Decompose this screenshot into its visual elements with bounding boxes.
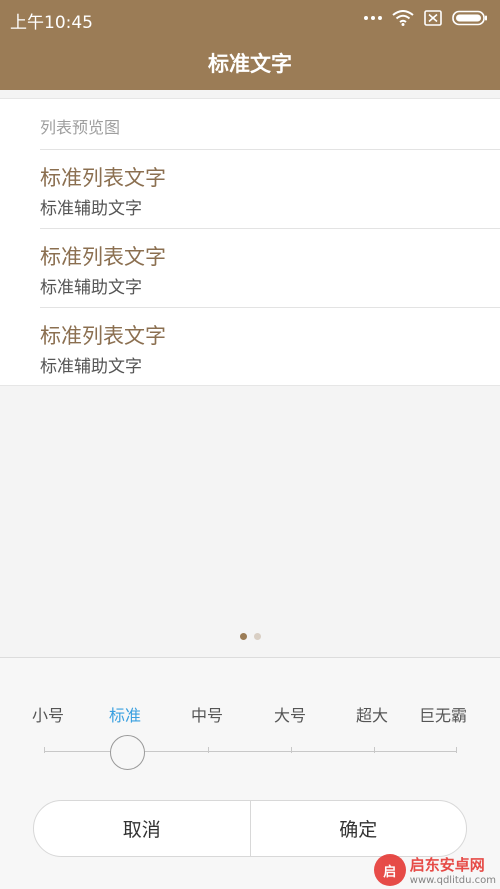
font-size-slider-track[interactable] xyxy=(44,751,457,752)
preview-section-label: 列表预览图 xyxy=(40,118,121,137)
size-option-small[interactable]: 小号 xyxy=(13,702,83,726)
app-header: 上午10:45 标准文字 xyxy=(0,0,500,90)
list-item-title: 标准列表文字 xyxy=(40,166,166,190)
page-dot[interactable] xyxy=(253,633,261,640)
wifi-icon xyxy=(392,10,414,26)
page-title: 标准文字 xyxy=(208,52,292,76)
list-preview: 列表预览图 标准列表文字 标准辅助文字 标准列表文字 标准辅助文字 标准列表文字… xyxy=(0,98,500,386)
size-option-large[interactable]: 大号 xyxy=(255,702,325,726)
more-dots-icon xyxy=(364,16,382,20)
battery-icon xyxy=(452,10,487,26)
status-bar: 上午10:45 xyxy=(0,0,500,36)
site-watermark: 启 启东安卓网 www.qdlitdu.com xyxy=(373,854,496,886)
list-item: 标准列表文字 标准辅助文字 xyxy=(40,229,480,308)
cancel-button[interactable]: 取消 xyxy=(34,801,250,856)
size-option-huge[interactable]: 巨无霸 xyxy=(408,702,478,726)
page-indicator xyxy=(0,633,500,640)
font-size-panel: 小号 标准 中号 大号 超大 巨无霸 取消 确定 启 启东安卓网 www.qdl… xyxy=(0,657,500,889)
font-size-slider-thumb[interactable] xyxy=(110,735,145,770)
status-icons xyxy=(364,9,488,27)
size-option-medium[interactable]: 中号 xyxy=(172,702,242,726)
watermark-url: www.qdlitdu.com xyxy=(409,875,496,886)
watermark-text: 启东安卓网 www.qdlitdu.com xyxy=(410,854,496,886)
list-item: 标准列表文字 标准辅助文字 xyxy=(40,308,480,387)
no-sim-icon xyxy=(424,10,442,26)
watermark-logo-icon: 启 xyxy=(373,854,406,886)
action-buttons: 取消 确定 xyxy=(33,800,467,857)
list-item-subtitle: 标准辅助文字 xyxy=(40,357,142,377)
slider-tick xyxy=(374,747,375,753)
list-item-title: 标准列表文字 xyxy=(40,324,166,348)
list-item-subtitle: 标准辅助文字 xyxy=(40,278,142,298)
slider-tick xyxy=(208,747,209,753)
list-item: 标准列表文字 标准辅助文字 xyxy=(40,150,480,229)
size-option-standard[interactable]: 标准 xyxy=(90,702,160,726)
slider-tick xyxy=(456,747,457,753)
status-time: 上午10:45 xyxy=(10,13,93,33)
size-option-xlarge[interactable]: 超大 xyxy=(337,702,407,726)
watermark-name: 启东安卓网 xyxy=(409,856,485,874)
slider-tick xyxy=(291,747,292,753)
slider-tick xyxy=(44,747,45,753)
list-item-title: 标准列表文字 xyxy=(40,245,166,269)
page-dot-active[interactable] xyxy=(239,633,247,640)
confirm-button[interactable]: 确定 xyxy=(251,801,467,856)
list-item-subtitle: 标准辅助文字 xyxy=(40,199,142,219)
